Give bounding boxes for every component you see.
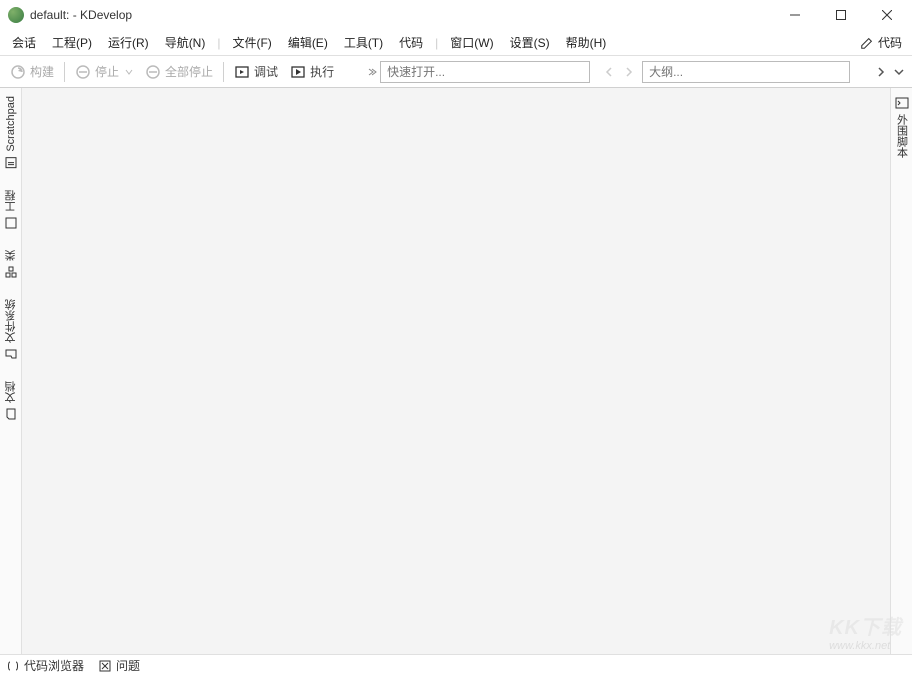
pencil-icon [860, 36, 874, 50]
bottom-tab-code-browser[interactable]: 代码浏览器 [6, 657, 84, 674]
maximize-button[interactable] [818, 0, 864, 30]
right-sidebar: 外围脚本 [890, 88, 912, 654]
outline-input[interactable] [642, 61, 850, 83]
menu-session[interactable]: 会话 [4, 31, 44, 54]
menu-code-right[interactable]: 代码 [854, 31, 908, 54]
menu-bar: 会话 工程(P) 运行(R) 导航(N) | 文件(F) 编辑(E) 工具(T)… [0, 30, 912, 56]
menu-separator: | [431, 36, 442, 50]
nav-forward-button[interactable] [620, 61, 638, 83]
menu-tools[interactable]: 工具(T) [336, 31, 391, 54]
sidebar-tab-filesystem[interactable]: 文件系统 [1, 295, 21, 365]
menu-window[interactable]: 窗口(W) [442, 31, 501, 54]
chevron-down-icon [125, 65, 133, 79]
execute-button[interactable]: 执行 [284, 60, 340, 83]
build-button[interactable]: 构建 [4, 60, 60, 83]
stop-all-icon [145, 64, 161, 80]
sidebar-tab-project[interactable]: 工程 [1, 186, 21, 234]
filesystem-icon [4, 347, 18, 361]
scratchpad-icon [4, 156, 18, 170]
sidebar-tab-scratchpad[interactable]: Scratchpad [2, 92, 20, 174]
main-area: Scratchpad 工程 类 文件系统 文档 [0, 88, 912, 654]
menu-navigate[interactable]: 导航(N) [157, 31, 214, 54]
bottom-tab-problems[interactable]: 问题 [98, 657, 140, 674]
menu-file[interactable]: 文件(F) [224, 31, 279, 54]
menu-edit[interactable]: 编辑(E) [280, 31, 336, 54]
sidebar-tab-documents[interactable]: 文档 [1, 377, 21, 425]
debug-button[interactable]: 调试 [228, 60, 284, 83]
toolbar: 构建 停止 全部停止 调试 执行 [0, 56, 912, 88]
sidebar-tab-external-scripts[interactable]: 外围脚本 [892, 92, 912, 162]
window-title: default: - KDevelop [30, 8, 772, 22]
debug-icon [234, 64, 250, 80]
execute-icon [290, 64, 306, 80]
title-bar: default: - KDevelop [0, 0, 912, 30]
toolbar-next-button[interactable] [872, 61, 890, 83]
app-icon [8, 7, 24, 23]
left-sidebar: Scratchpad 工程 类 文件系统 文档 [0, 88, 22, 654]
sidebar-tab-classes[interactable]: 类 [1, 246, 21, 283]
menu-separator: | [213, 36, 224, 50]
stop-all-button[interactable]: 全部停止 [139, 60, 219, 83]
classes-icon [4, 265, 18, 279]
minimize-button[interactable] [772, 0, 818, 30]
toolbar-dropdown-button[interactable] [890, 61, 908, 83]
build-icon [10, 64, 26, 80]
nav-back-button[interactable] [600, 61, 618, 83]
close-button[interactable] [864, 0, 910, 30]
code-browser-icon [6, 659, 20, 673]
bottom-bar: 代码浏览器 问题 [0, 654, 912, 676]
stop-icon [75, 64, 91, 80]
toolbar-overflow-icon[interactable] [364, 60, 380, 84]
project-icon [4, 216, 18, 230]
documents-icon [4, 407, 18, 421]
terminal-icon [895, 96, 909, 110]
menu-code[interactable]: 代码 [391, 31, 431, 54]
problems-icon [98, 659, 112, 673]
menu-settings[interactable]: 设置(S) [502, 31, 558, 54]
editor-area [22, 88, 890, 654]
menu-help[interactable]: 帮助(H) [558, 31, 615, 54]
stop-button[interactable]: 停止 [69, 60, 139, 83]
quick-open-input[interactable] [380, 61, 590, 83]
menu-run[interactable]: 运行(R) [100, 31, 157, 54]
menu-project[interactable]: 工程(P) [44, 31, 100, 54]
